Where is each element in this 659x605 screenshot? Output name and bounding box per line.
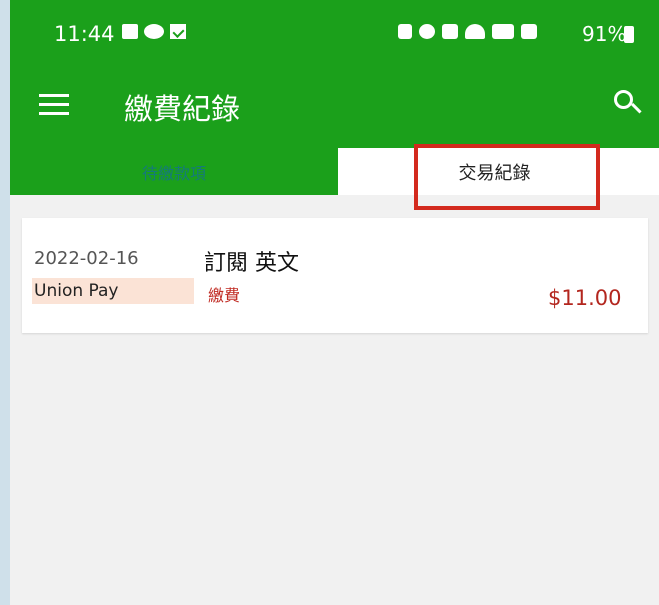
signal-icon (521, 24, 537, 39)
wifi-icon (465, 24, 485, 39)
mute-icon (442, 24, 458, 39)
record-date: 2022-02-16 (34, 248, 139, 269)
checkbox-icon (170, 24, 186, 39)
phone-screen: 11:44 91% 繳費紀錄 待繳款項 交易紀錄 2022-02-16 訂閱 英… (10, 0, 659, 605)
tab-pending-payments[interactable]: 待繳款項 (10, 148, 338, 195)
volte-icon (492, 24, 514, 39)
record-type: 繳費 (208, 286, 241, 305)
record-title: 訂閱 英文 (204, 251, 299, 276)
status-bar: 11:44 91% (10, 0, 659, 70)
status-time: 11:44 (54, 22, 115, 46)
record-list: 2022-02-16 訂閱 英文 Union Pay 繳費 $11.00 (10, 195, 659, 605)
chat-icon (144, 24, 164, 39)
lock-icon (398, 24, 412, 39)
notification-icons (122, 24, 186, 39)
hamburger-menu-icon[interactable] (39, 94, 69, 116)
search-icon[interactable] (614, 90, 642, 118)
battery-percent: 91% (582, 22, 627, 46)
app-bar: 繳費紀錄 (10, 70, 659, 148)
list-item[interactable]: 2022-02-16 訂閱 英文 Union Pay 繳費 $11.00 (22, 218, 648, 333)
payment-method-badge: Union Pay (32, 278, 194, 304)
system-icons (398, 24, 537, 39)
tab-label: 待繳款項 (141, 163, 206, 183)
record-amount: $11.00 (548, 286, 622, 310)
battery-icon (624, 26, 634, 43)
page-title: 繳費紀錄 (124, 92, 241, 126)
message-icon (122, 24, 138, 39)
alarm-icon (419, 24, 435, 39)
